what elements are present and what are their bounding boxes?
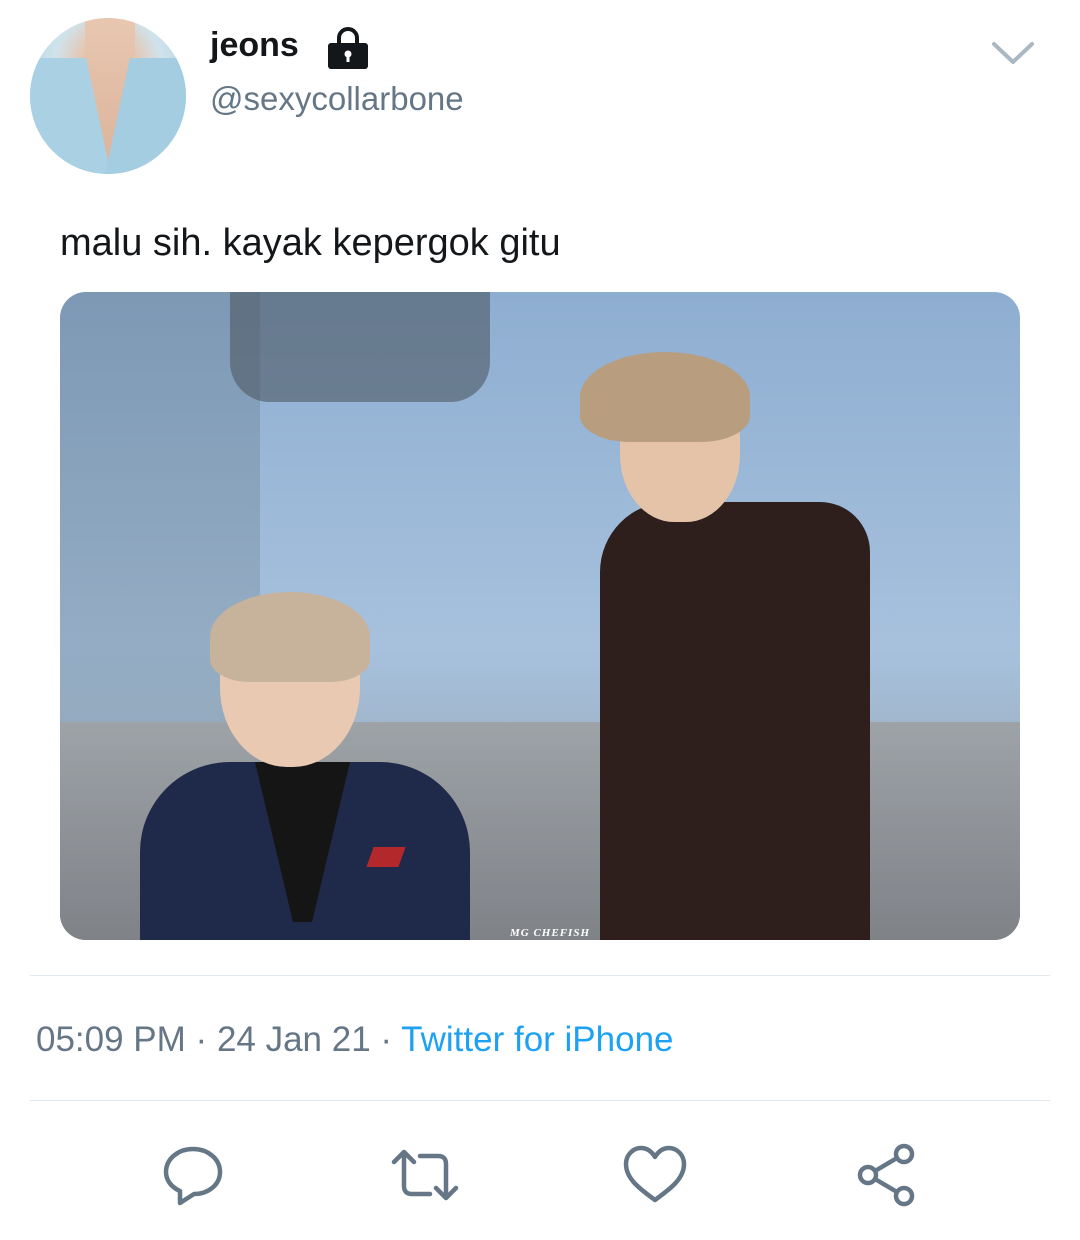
tweet-source-link[interactable]: Twitter for iPhone	[401, 1020, 673, 1059]
photo-background-legs	[230, 292, 490, 402]
retweet-icon	[391, 1149, 459, 1201]
meta-separator: ·	[380, 1020, 393, 1059]
tweet-meta: 05:09 PM · 24 Jan 21 · Twitter for iPhon…	[36, 1020, 674, 1060]
heart-icon	[623, 1145, 687, 1203]
tweet-photo[interactable]: MG CHEFISH	[60, 292, 1020, 940]
photo-person-standing-suit	[600, 502, 870, 940]
tweet-time: 05:09 PM	[36, 1020, 186, 1059]
tweet-date: 24 Jan 21	[216, 1020, 371, 1059]
share-button[interactable]	[852, 1140, 922, 1210]
avatar[interactable]	[30, 18, 186, 174]
photo-person-seated-hair	[210, 592, 370, 682]
reply-icon	[163, 1146, 223, 1206]
meta-separator: ·	[195, 1020, 208, 1059]
like-button[interactable]	[620, 1140, 690, 1210]
share-icon	[857, 1143, 915, 1207]
reply-button[interactable]	[158, 1140, 228, 1210]
photo-person-standing-hair	[580, 352, 750, 442]
chevron-down-icon[interactable]	[990, 38, 1036, 68]
user-handle[interactable]: @sexycollarbone	[210, 80, 464, 118]
photo-watermark: MG CHEFISH	[510, 927, 590, 939]
tweet-text: malu sih. kayak kepergok gitu	[60, 222, 561, 264]
display-name[interactable]: jeons	[210, 26, 299, 65]
divider-bottom	[30, 1100, 1050, 1101]
lock-icon	[328, 27, 368, 69]
retweet-button[interactable]	[390, 1140, 460, 1210]
divider-top	[30, 975, 1050, 976]
